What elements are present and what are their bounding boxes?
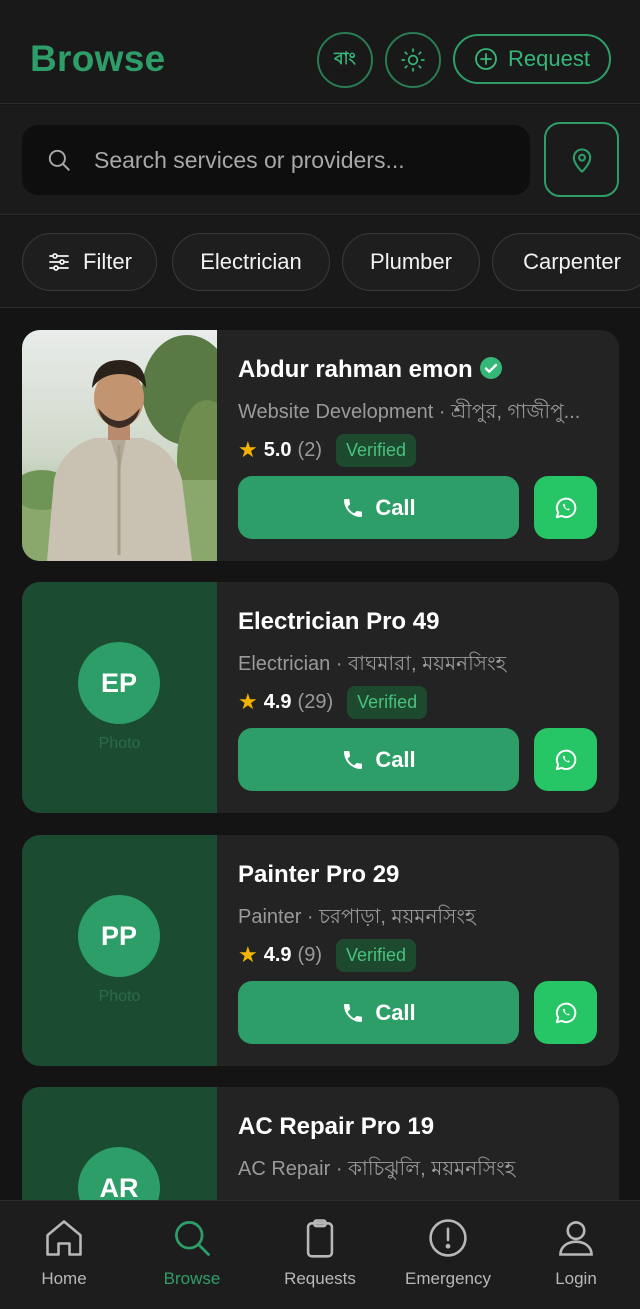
request-button[interactable]: Request (453, 34, 611, 84)
rating-value: 4.9 (263, 943, 292, 966)
provider-name: AC Repair Pro 19 (238, 1113, 435, 1140)
phone-icon (344, 750, 363, 769)
page-title: Browse (30, 38, 166, 79)
search-bar (0, 105, 640, 215)
alert-icon (429, 1219, 467, 1257)
bottom-navigation: Home Browse Requests Emergency Login (0, 1200, 640, 1309)
call-button-label: Call (375, 494, 416, 520)
provider-subtitle: AC Repair · কাচিঝুলি, ময়মনসিংহ (238, 1158, 516, 1180)
provider-subtitle: Electrician · বাঘমারা, ময়মনসিংহ (238, 653, 507, 675)
nav-browse[interactable]: Browse (128, 1215, 256, 1295)
clipboard-icon (306, 1219, 334, 1258)
photo-label: Photo (98, 988, 141, 1005)
avatar: PP (78, 895, 160, 977)
phone-icon (344, 1003, 363, 1022)
search-icon (48, 149, 70, 171)
call-button-label: Call (375, 746, 416, 772)
rating-row: ★ 4.9 (29) Verified (238, 685, 428, 719)
whatsapp-button[interactable] (534, 476, 597, 539)
whatsapp-icon (555, 497, 576, 518)
request-button-label: Request (508, 46, 590, 71)
provider-subtitle: Website Development · শ্রীপুর, গাজীপু... (238, 401, 581, 423)
search-input[interactable] (94, 139, 514, 181)
star-icon: ★ (238, 942, 258, 967)
phone-icon (344, 498, 363, 517)
provider-subtitle: Painter · চরপাড়া, ময়মনসিংহ (238, 906, 476, 928)
theme-toggle-button[interactable] (385, 32, 441, 88)
user-icon (559, 1221, 593, 1256)
call-button[interactable]: Call (238, 981, 519, 1044)
map-pin-icon (572, 148, 591, 173)
provider-photo (22, 330, 237, 561)
whatsapp-icon (555, 749, 576, 770)
rating-count: (29) (297, 690, 334, 713)
chip-electrician[interactable]: Electrician (172, 233, 330, 291)
rating-value: 5.0 (263, 438, 292, 461)
sun-icon (401, 48, 425, 72)
verified-badge: Verified (347, 685, 428, 719)
search-box[interactable] (22, 125, 530, 195)
rating-count: (9) (297, 943, 322, 966)
verified-badge: Verified (336, 433, 417, 467)
nav-home-label: Home (41, 1269, 87, 1288)
rating-count: (2) (297, 438, 322, 461)
star-icon: ★ (238, 437, 258, 462)
filter-chip[interactable]: Filter (22, 233, 157, 291)
nav-requests-label: Requests (284, 1269, 356, 1288)
call-button[interactable]: Call (238, 476, 519, 539)
chip-carpenter[interactable]: Carpenter (492, 233, 640, 291)
nav-browse-label: Browse (163, 1269, 221, 1288)
location-button[interactable] (544, 122, 619, 197)
verified-badge: Verified (336, 938, 417, 972)
provider-name: Painter Pro 29 (238, 861, 400, 888)
filter-chip-label: Filter (83, 249, 132, 274)
chip-plumber[interactable]: Plumber (342, 233, 480, 291)
provider-card[interactable]: PP Photo Painter Pro 29 Painter · চরপাড়… (22, 835, 619, 1066)
nav-emergency-label: Emergency (405, 1269, 491, 1288)
provider-photo-placeholder: EP Photo (22, 582, 217, 813)
plus-circle-icon (475, 48, 497, 70)
photo-label: Photo (98, 735, 141, 752)
sliders-icon (49, 253, 69, 271)
home-icon (46, 1220, 82, 1256)
provider-card[interactable]: EP Photo Electrician Pro 49 Electrician … (22, 582, 619, 813)
call-button-label: Call (375, 999, 416, 1025)
app-header: Browse বাং Request (0, 0, 640, 104)
rating-row: ★ 5.0 (2) Verified (238, 433, 417, 467)
provider-name: Abdur rahman emon (238, 356, 503, 384)
verified-check-icon (480, 357, 503, 379)
avatar: EP (78, 642, 160, 724)
provider-photo-placeholder: PP Photo (22, 835, 217, 1066)
nav-emergency[interactable]: Emergency (384, 1215, 512, 1295)
whatsapp-button[interactable] (534, 728, 597, 791)
star-icon: ★ (238, 689, 258, 714)
nav-home[interactable]: Home (0, 1215, 128, 1295)
whatsapp-button[interactable] (534, 981, 597, 1044)
whatsapp-icon (555, 1002, 576, 1023)
call-button[interactable]: Call (238, 728, 519, 791)
rating-value: 4.9 (263, 690, 292, 713)
provider-name: Electrician Pro 49 (238, 608, 440, 635)
provider-card[interactable]: Abdur rahman emon Website Development · … (22, 330, 619, 561)
rating-row: ★ 4.9 (9) Verified (238, 938, 417, 972)
category-chips: Filter Electrician Plumber Carpenter (0, 216, 640, 308)
nav-login[interactable]: Login (512, 1215, 640, 1295)
nav-requests[interactable]: Requests (256, 1215, 384, 1295)
search-icon (175, 1221, 210, 1256)
nav-login-label: Login (555, 1269, 597, 1288)
language-toggle-button[interactable]: বাং (317, 32, 373, 88)
